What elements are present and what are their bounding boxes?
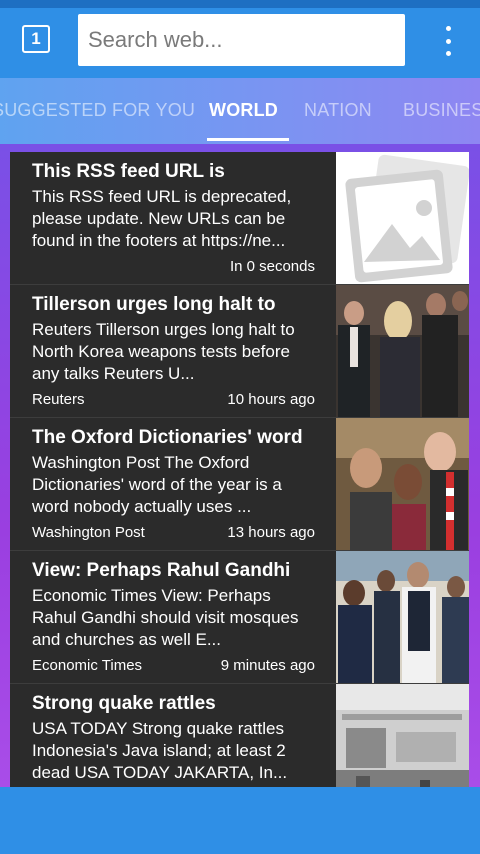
placeholder-image-icon: [336, 152, 469, 284]
tab-suggested-for-you[interactable]: SUGGESTED FOR YOU: [0, 100, 195, 121]
news-feed[interactable]: This RSS feed URL is This RSS feed URL i…: [0, 144, 480, 787]
news-photo: [336, 551, 469, 683]
news-time: 13 hours ago: [227, 524, 315, 541]
news-title: Strong quake rattles: [32, 693, 216, 714]
bottom-bar: [0, 787, 480, 854]
news-photo: [336, 285, 469, 417]
news-time: In 0 seconds: [229, 258, 315, 275]
tab-business[interactable]: BUSINESS: [403, 100, 480, 121]
browser-toolbar: 1 Search web...: [0, 8, 480, 78]
overflow-menu-icon[interactable]: [436, 26, 460, 56]
news-source: Reuters: [32, 391, 85, 408]
search-input[interactable]: Search web...: [78, 14, 405, 66]
status-bar: [0, 0, 480, 8]
news-card[interactable]: The Oxford Dictionaries' word Washington…: [10, 418, 469, 551]
news-source: Washington Post: [32, 524, 145, 541]
news-description: This RSS feed URL is deprecated, please …: [32, 187, 292, 250]
news-card[interactable]: View: Perhaps Rahul Gandhi Economic Time…: [10, 551, 469, 684]
news-description: Reuters Tillerson urges long halt to Nor…: [32, 320, 295, 383]
news-time: 9 minutes ago: [220, 657, 315, 674]
news-description: Washington Post The Oxford Dictionaries'…: [32, 453, 282, 516]
news-title: Tillerson urges long halt to: [32, 294, 276, 315]
news-title: This RSS feed URL is: [32, 161, 225, 182]
news-photo: [336, 684, 469, 787]
tab-nation[interactable]: NATION: [304, 100, 372, 121]
tab-count-button[interactable]: 1: [22, 25, 50, 53]
news-card[interactable]: This RSS feed URL is This RSS feed URL i…: [10, 152, 469, 285]
news-card[interactable]: Tillerson urges long halt to Reuters Til…: [10, 285, 469, 418]
news-card[interactable]: Strong quake rattles USA TODAY Strong qu…: [10, 684, 469, 787]
category-tabs: SUGGESTED FOR YOU WORLD NATION BUSINESS: [0, 78, 480, 144]
news-photo: [336, 418, 469, 550]
news-title: The Oxford Dictionaries' word: [32, 427, 303, 448]
news-description: Economic Times View: Perhaps Rahul Gandh…: [32, 586, 299, 649]
active-tab-indicator: [207, 138, 289, 141]
tab-world[interactable]: WORLD: [209, 100, 278, 121]
news-time: 10 hours ago: [227, 391, 315, 408]
news-source: Economic Times: [32, 657, 143, 674]
news-description: USA TODAY Strong quake rattles Indonesia…: [32, 719, 288, 782]
news-title: View: Perhaps Rahul Gandhi: [32, 560, 291, 581]
